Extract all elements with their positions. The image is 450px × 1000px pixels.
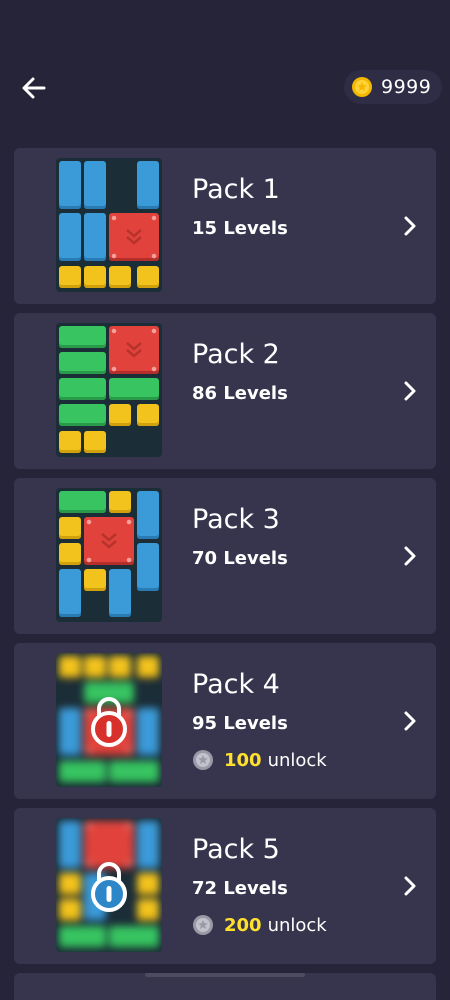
back-arrow-icon [22,77,46,99]
pack-thumbnail [56,653,162,787]
silver-coin-icon [193,915,213,935]
pack-levels: 15 Levels [192,218,288,239]
back-button[interactable] [18,72,50,104]
pack-title: Pack 2 [192,339,280,370]
chevron-right-icon [404,546,416,566]
lock-icon [91,697,127,747]
coin-balance: 9999 [344,70,442,104]
unlock-price: 200 [224,914,262,936]
unlock-price: 100 [224,749,262,771]
chevron-right-icon [404,876,416,896]
pack-levels: 72 Levels [192,878,288,899]
pack-card-4[interactable]: Pack 4 95 Levels 100 unlock [14,643,436,799]
unlock-cost: 100 unlock [192,749,327,771]
pack-title: Pack 3 [192,504,280,535]
coin-count: 9999 [381,76,432,98]
silver-coin-icon [193,750,213,770]
pack-thumbnail [56,818,162,952]
pack-title: Pack 1 [192,174,280,205]
pack-title: Pack 4 [192,669,280,700]
top-bar: 9999 [0,58,450,116]
pack-levels: 86 Levels [192,383,288,404]
chevron-right-icon [404,711,416,731]
pack-title: Pack 5 [192,834,280,865]
pack-thumbnail [56,488,162,622]
unlock-label: unlock [267,749,327,771]
home-indicator [145,973,305,977]
unlock-label: unlock [267,914,327,936]
pack-card-1[interactable]: Pack 1 15 Levels [14,148,436,304]
pack-levels: 95 Levels [192,713,288,734]
pack-card-6[interactable] [14,973,436,1000]
chevron-right-icon [404,381,416,401]
pack-thumbnail [56,323,162,457]
pack-card-2[interactable]: Pack 2 86 Levels [14,313,436,469]
pack-card-5[interactable]: Pack 5 72 Levels 200 unlock [14,808,436,964]
lock-icon [91,862,127,912]
gold-coin-icon [352,77,372,97]
chevron-right-icon [404,216,416,236]
pack-card-3[interactable]: Pack 3 70 Levels [14,478,436,634]
pack-levels: 70 Levels [192,548,288,569]
pack-thumbnail [56,158,162,292]
unlock-cost: 200 unlock [192,914,327,936]
